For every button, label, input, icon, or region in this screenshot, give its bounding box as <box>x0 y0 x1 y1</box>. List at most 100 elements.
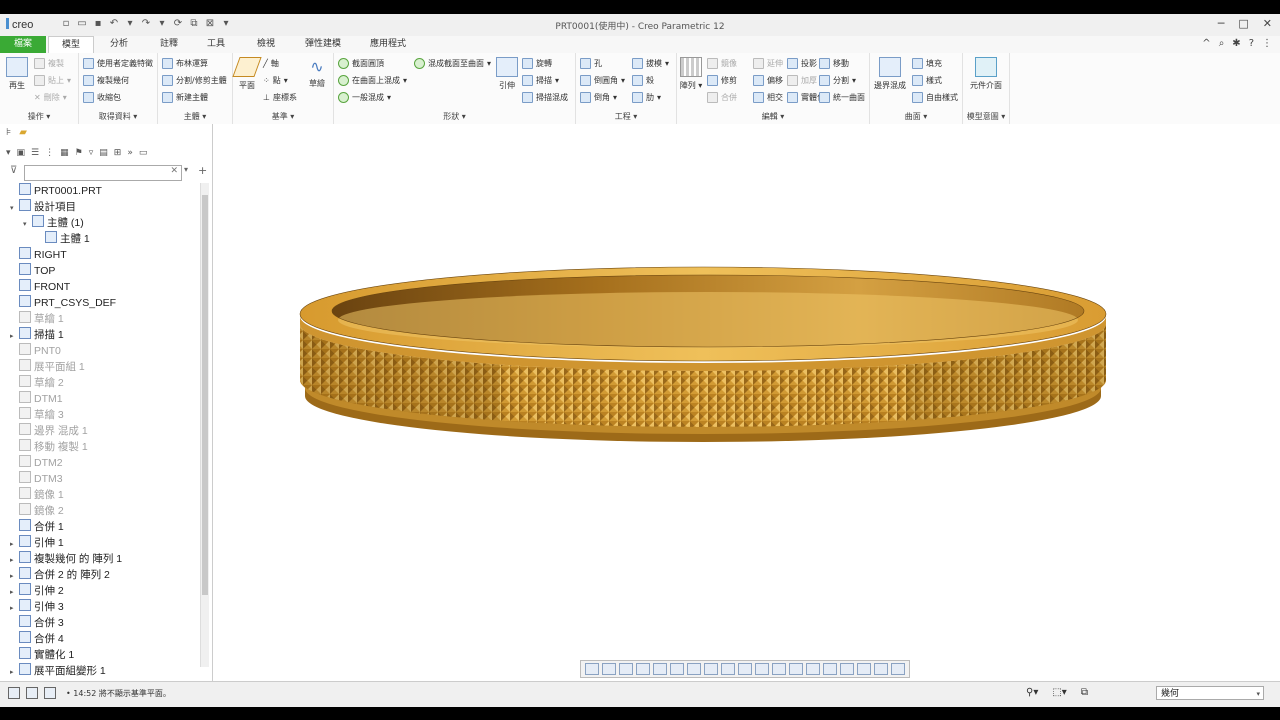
draft-button[interactable]: 拔模 ▾ <box>632 58 669 69</box>
extrude-button[interactable]: 引伸 <box>494 57 520 91</box>
tree-more-icon[interactable]: » <box>127 148 133 158</box>
tree-item[interactable]: 合併 3 <box>0 615 64 631</box>
tree-item[interactable]: ▸ 引伸 3 <box>0 599 64 615</box>
group-label-datum[interactable]: 基準 ▾ <box>233 111 333 122</box>
group-label-engineering[interactable]: 工程 ▾ <box>576 111 676 122</box>
tree-item[interactable]: ▾ 主體 (1) <box>0 215 84 231</box>
group-label-surfaces[interactable]: 曲面 ▾ <box>870 111 962 122</box>
zoom-out-icon[interactable] <box>653 663 667 675</box>
settings-icon[interactable]: ✱ <box>1232 38 1240 49</box>
toggle-browser-icon[interactable] <box>26 687 38 699</box>
help-icon[interactable]: ? <box>1249 38 1254 49</box>
sweep-button[interactable]: 掃描 ▾ <box>522 75 559 86</box>
shrinkwrap-button[interactable]: 收縮包 <box>83 92 121 103</box>
paste-button[interactable]: 貼上 ▾ <box>34 75 71 86</box>
tree-table-icon[interactable]: ▤ <box>99 148 108 158</box>
tree-item[interactable]: 合併 1 <box>0 519 64 535</box>
style-button[interactable]: 樣式 <box>912 75 942 86</box>
user-defined-feature-button[interactable]: 使用者定義特徵 <box>83 58 153 69</box>
tree-expand-icon[interactable]: ⊞ <box>114 148 122 158</box>
axis-button[interactable]: ╱ 軸 <box>263 58 279 69</box>
folder-browser-tab-icon[interactable]: ▰ <box>19 127 27 138</box>
tree-item[interactable]: 草繪 3 <box>0 407 64 423</box>
group-label-get-data[interactable]: 取得資料 ▾ <box>79 111 157 122</box>
new-body-button[interactable]: 新建主體 <box>162 92 208 103</box>
plane-button[interactable]: 平面 <box>232 57 262 91</box>
single-surface-button[interactable]: 統一曲面 <box>819 92 865 103</box>
tree-filter-icon[interactable]: ⋮ <box>45 148 54 158</box>
tree-item[interactable]: TOP <box>0 263 55 279</box>
trim-button[interactable]: 修剪 <box>707 75 737 86</box>
tree-item[interactable]: ▸ 掃描 1 <box>0 327 64 343</box>
tree-item[interactable]: 展平面組 1 <box>0 359 85 375</box>
swept-blend-1-button[interactable]: 截面圓頂 <box>338 58 384 69</box>
split-body-button[interactable]: 分割/修剪主體 <box>162 75 227 86</box>
tab-analysis[interactable]: 分析 <box>100 36 138 53</box>
freestyle-button[interactable]: 自由樣式 <box>912 92 958 103</box>
shell-button[interactable]: 殼 <box>632 75 654 86</box>
tree-item[interactable]: FRONT <box>0 279 70 295</box>
tree-scrollbar[interactable] <box>200 183 209 667</box>
boundary-blend-button[interactable]: 邊界混成 <box>872 57 908 91</box>
tree-highlight-icon[interactable]: ⚑ <box>75 148 83 158</box>
display-style-icon[interactable] <box>704 663 718 675</box>
project-button[interactable]: 投影 <box>787 58 817 69</box>
tree-item[interactable]: 草繪 1 <box>0 311 64 327</box>
blend-to-surface-button[interactable]: 混成截面至曲面 ▾ <box>414 58 491 69</box>
select-all-icon[interactable]: ⧉ <box>1081 687 1088 698</box>
tree-layers-icon[interactable]: ▦ <box>60 148 69 158</box>
move-button[interactable]: 移動 <box>819 58 849 69</box>
selection-box-icon[interactable]: ⬚▾ <box>1052 687 1066 698</box>
search-icon[interactable]: ⌕ <box>1219 38 1225 49</box>
tab-annotate[interactable]: 註釋 <box>150 36 188 53</box>
plane-display-icon[interactable] <box>806 663 820 675</box>
tree-item[interactable]: ▸ 複製幾何 的 陣列 1 <box>0 551 122 567</box>
group-label-shapes[interactable]: 形狀 ▾ <box>334 111 575 122</box>
tree-item[interactable]: ▸ 引伸 1 <box>0 535 64 551</box>
pause-icon[interactable] <box>874 663 888 675</box>
extend-button[interactable]: 延伸 <box>753 58 783 69</box>
tree-item[interactable]: RIGHT <box>0 247 67 263</box>
saved-orientations-icon[interactable] <box>670 663 684 675</box>
filter-dropdown-icon[interactable]: ▾ <box>184 165 188 174</box>
clear-search-icon[interactable]: ✕ <box>170 166 178 176</box>
tree-item[interactable]: PNT0 <box>0 343 61 359</box>
spin-center-icon[interactable] <box>789 663 803 675</box>
graphics-window[interactable] <box>213 124 1280 681</box>
tree-styles-icon[interactable]: ▿ <box>89 148 94 158</box>
tree-item[interactable]: 移動 複製 1 <box>0 439 88 455</box>
selection-filter-select[interactable]: 幾何 ▾ <box>1156 686 1264 700</box>
copy-geometry-button[interactable]: 複製幾何 <box>83 75 129 86</box>
fill-button[interactable]: 填充 <box>912 58 942 69</box>
maximize-icon[interactable]: □ <box>1238 17 1248 30</box>
helical-sweep-button[interactable]: 掃描混成 <box>522 92 568 103</box>
swept-blend-2-button[interactable]: 在曲面上混成 ▾ <box>338 75 407 86</box>
boolean-button[interactable]: 布林運算 <box>162 58 208 69</box>
tab-tools[interactable]: 工具 <box>197 36 235 53</box>
group-label-operations[interactable]: 操作 ▾ <box>0 111 78 122</box>
tree-scrollbar-thumb[interactable] <box>202 195 208 595</box>
tree-columns-icon[interactable]: ☰ <box>31 148 39 158</box>
tab-applications[interactable]: 應用程式 <box>364 36 412 53</box>
sketch-display-icon[interactable] <box>891 663 905 675</box>
revolve-button[interactable]: 旋轉 <box>522 58 552 69</box>
tree-item[interactable]: PRT0001.PRT <box>0 183 102 199</box>
round-button[interactable]: 倒圓角 ▾ <box>580 75 625 86</box>
refit-icon[interactable] <box>585 663 599 675</box>
regenerate-button[interactable]: 再生 <box>4 57 30 91</box>
tree-item[interactable]: ▸ 展平面組變形 1 <box>0 663 106 679</box>
group-label-body[interactable]: 主體 ▾ <box>158 111 232 122</box>
tree-item[interactable]: 草繪 2 <box>0 375 64 391</box>
tree-item[interactable]: ▾ 設計項目 <box>0 199 76 215</box>
point-button[interactable]: ⁘ 點 ▾ <box>263 75 288 86</box>
warning-icon[interactable] <box>857 663 871 675</box>
group-label-editing[interactable]: 編輯 ▾ <box>677 111 869 122</box>
minimize-icon[interactable]: ─ <box>1218 17 1225 30</box>
split-button[interactable]: 分割 ▾ <box>819 75 856 86</box>
tree-item[interactable]: 鏡像 1 <box>0 487 64 503</box>
sketch-button[interactable]: ∿ 草繪 <box>305 57 329 89</box>
find-icon[interactable]: ⚲▾ <box>1026 687 1038 698</box>
tree-item[interactable]: PRT_CSYS_DEF <box>0 295 116 311</box>
section-icon[interactable] <box>738 663 752 675</box>
show-icon[interactable]: ▣ <box>17 148 26 158</box>
